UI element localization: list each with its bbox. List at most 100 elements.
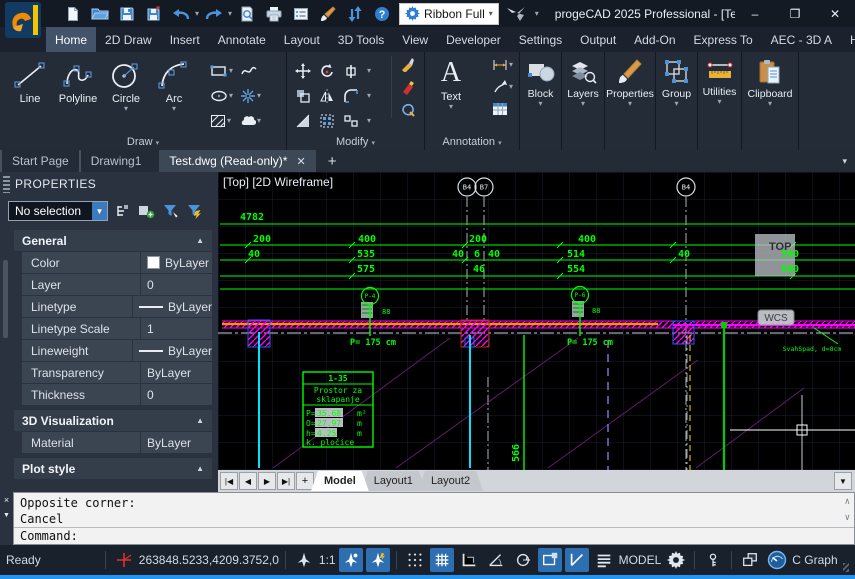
tab-3d-tools[interactable]: 3D Tools	[329, 27, 393, 52]
quick-select-icon[interactable]	[162, 203, 179, 219]
properties-panel-button[interactable]: Properties▾	[605, 52, 655, 150]
region-tool-icon[interactable]	[400, 102, 416, 118]
page-setup-icon[interactable]	[288, 2, 313, 25]
pickadd-toggle-icon[interactable]	[115, 203, 131, 219]
tab-layout[interactable]: Layout	[275, 27, 329, 52]
chevron-down-icon[interactable]: ▾	[228, 10, 232, 18]
ellipse-tool-icon[interactable]: ▾	[210, 83, 240, 108]
tab-2d-draw[interactable]: 2D Draw	[96, 27, 161, 52]
property-row-linetype-scale[interactable]: Linetype Scale 1	[22, 318, 212, 339]
toolbar-overflow-icon[interactable]: ▾	[535, 10, 539, 18]
palette-scrollbar[interactable]	[3, 260, 8, 338]
command-history[interactable]: Opposite corner:Cancel∧ ∨	[14, 493, 854, 528]
command-prompt[interactable]: Command:	[14, 528, 854, 544]
tab-home[interactable]: Home	[46, 27, 96, 52]
layout-tab-model[interactable]: Model	[311, 471, 369, 491]
offset-tool-icon[interactable]	[343, 58, 367, 83]
property-row-linetype[interactable]: Linetype ByLayer	[22, 296, 212, 317]
fillet-tool-icon[interactable]	[343, 83, 367, 108]
tab-insert[interactable]: Insert	[161, 27, 209, 52]
layers-panel-button[interactable]: Layers▾	[562, 52, 604, 150]
dock-arrow-icon[interactable]: ▼	[3, 512, 10, 519]
doc-tab-2[interactable]: Drawing1	[79, 150, 152, 172]
annotation-panel-label[interactable]: Annotation ▾	[425, 136, 519, 148]
help-icon[interactable]: ?	[369, 2, 394, 25]
close-button[interactable]: ✕	[815, 1, 855, 26]
property-row-layer[interactable]: Layer 0	[22, 274, 212, 295]
circle-tool-button[interactable]: Circle▾	[102, 56, 150, 113]
layout-overflow-icon[interactable]: ▼	[834, 472, 852, 490]
layout-tab-layout2[interactable]: Layout2	[418, 471, 483, 491]
point-array-tool-icon[interactable]: ▾	[240, 83, 270, 108]
close-icon[interactable]: ✕	[296, 155, 305, 168]
drawing-viewport[interactable]: B4B7B4P-488P= 175 cmP-688P= 175 cm 1-35 …	[218, 172, 855, 470]
arc-tool-button[interactable]: Arc▾	[150, 56, 198, 113]
chevron-down-icon[interactable]: ▼	[92, 202, 107, 220]
clipboard-panel-button[interactable]: Clipboard▾	[742, 52, 798, 150]
polar-toggle-icon[interactable]	[484, 548, 508, 572]
save-as-icon[interactable]: *	[141, 2, 166, 25]
select-objects-icon[interactable]	[138, 203, 155, 219]
section-header-plot-style[interactable]: Plot style▲	[14, 458, 212, 479]
mirror-tool-icon[interactable]	[319, 83, 343, 108]
resize-grip[interactable]	[843, 563, 849, 572]
polyline-tool-button[interactable]: Polyline	[54, 56, 102, 113]
next-tab-button[interactable]: ▶	[258, 472, 276, 490]
otrack-toggle-icon[interactable]	[511, 548, 535, 572]
close-icon[interactable]: ×	[4, 495, 9, 505]
leader-tool-icon[interactable]: ▾	[492, 79, 513, 95]
undo-icon[interactable]	[168, 2, 193, 25]
hatch-tool-icon[interactable]: ▾	[210, 108, 240, 133]
knife-tool-icon[interactable]	[400, 56, 416, 72]
license-key-icon[interactable]	[701, 548, 725, 572]
new-file-icon[interactable]	[60, 2, 85, 25]
menu-lines-icon[interactable]	[592, 548, 616, 572]
section-header-general[interactable]: General▲	[14, 230, 212, 251]
erase-tool-icon[interactable]	[400, 79, 416, 95]
model-space-label[interactable]: MODEL	[619, 553, 662, 567]
esnap-toggle-icon[interactable]	[565, 548, 589, 572]
section-header-3d-visualization[interactable]: 3D Visualization▲	[14, 410, 212, 431]
tab-express-to[interactable]: Express To	[685, 27, 762, 52]
move-tool-icon[interactable]	[295, 58, 319, 83]
revcloud-tool-icon[interactable]: ▾	[240, 108, 270, 133]
settings-gear-icon[interactable]	[664, 548, 688, 572]
tab-aec-3d-a[interactable]: AEC - 3D A	[762, 27, 841, 52]
save-icon[interactable]	[114, 2, 139, 25]
last-tab-button[interactable]: ▶|	[277, 472, 295, 490]
rectangle-tool-icon[interactable]: ▾	[210, 58, 240, 83]
tracking-icon[interactable]	[112, 548, 136, 572]
tab-view[interactable]: View	[393, 27, 437, 52]
tab-help[interactable]: Help	[841, 27, 855, 52]
maximize-button[interactable]: ❐	[775, 1, 815, 26]
palette-grip[interactable]	[3, 176, 10, 193]
group-panel-button[interactable]: Group▾	[656, 52, 697, 150]
redo-icon[interactable]	[201, 2, 226, 25]
sync-arrows-icon[interactable]	[342, 2, 367, 25]
property-row-transparency[interactable]: Transparency ByLayer	[22, 362, 212, 383]
dimension-tool-icon[interactable]: ▾	[492, 57, 513, 73]
esnap-magnet-icon[interactable]	[366, 548, 390, 572]
modify-panel-label[interactable]: Modify ▾	[287, 136, 424, 148]
scroll-up-icon[interactable]: ∧	[845, 494, 850, 510]
draw-panel-label[interactable]: Draw ▾	[0, 136, 286, 148]
lwt-toggle-icon[interactable]	[538, 548, 562, 572]
utilities-panel-button[interactable]: Utilities▾	[698, 52, 741, 150]
viewport-label[interactable]: [Top] [2D Wireframe]	[223, 175, 333, 189]
text-tool-button[interactable]: A Text ▾	[427, 52, 475, 111]
selection-dropdown[interactable]: No selection ▼	[8, 201, 108, 221]
new-tab-button[interactable]: +	[328, 153, 337, 170]
tab-annotate[interactable]: Annotate	[209, 27, 275, 52]
doc-tab-1[interactable]: Start Page	[0, 150, 79, 172]
minimize-button[interactable]: –	[735, 1, 775, 26]
prev-tab-button[interactable]: ◀	[239, 472, 257, 490]
tab-developer[interactable]: Developer	[437, 27, 510, 52]
spline-tool-icon[interactable]	[240, 58, 270, 83]
scale-tool-icon[interactable]	[295, 108, 319, 133]
tab-add-on[interactable]: Add-On	[625, 27, 684, 52]
doc-tab-3[interactable]: Test.dwg (Read-only)*✕	[159, 150, 315, 172]
ortho-toggle-icon[interactable]	[457, 548, 481, 572]
print-preview-icon[interactable]	[234, 2, 259, 25]
windows-layout-icon[interactable]	[738, 548, 762, 572]
esnap-marker-icon[interactable]	[339, 548, 363, 572]
